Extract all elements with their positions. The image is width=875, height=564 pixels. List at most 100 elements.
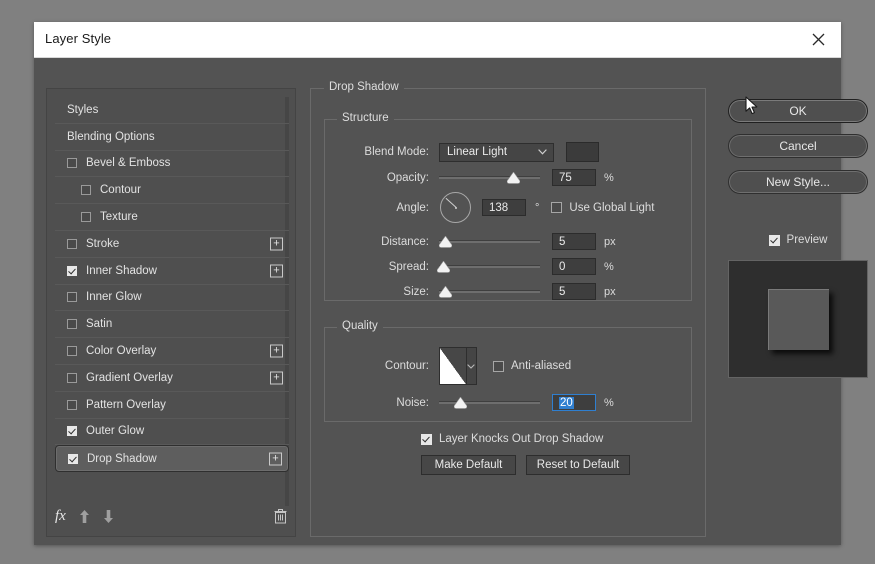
sidebar-item-pattern-overlay[interactable]: Pattern Overlay (55, 392, 289, 419)
slider-knob[interactable] (439, 235, 452, 248)
sidebar-item-outer-glow[interactable]: Outer Glow (55, 419, 289, 446)
layer-style-dialog: Layer Style Styles Blending Options Beve… (34, 22, 868, 545)
sidebar-item-gradient-overlay[interactable]: Gradient Overlay + (55, 365, 289, 392)
contour-dropdown-arrow[interactable] (465, 348, 476, 384)
sidebar-item-drop-shadow[interactable]: Drop Shadow + (55, 445, 289, 473)
trash-icon[interactable] (274, 508, 287, 524)
preview-shape (767, 288, 829, 350)
add-effect-icon[interactable]: + (269, 452, 282, 466)
effect-checkbox[interactable] (67, 158, 77, 169)
spread-label: Spread: (388, 260, 429, 273)
sidebar-item-label: Satin (86, 318, 113, 331)
slider-knob[interactable] (507, 171, 520, 184)
spread-value: 0 (559, 260, 566, 273)
knockout-row: Layer Knocks Out Drop Shadow (421, 433, 603, 445)
slider-knob[interactable] (437, 260, 450, 273)
size-input[interactable]: 5 (552, 283, 596, 300)
sidebar-item-inner-shadow[interactable]: Inner Shadow + (55, 258, 289, 285)
angle-input[interactable]: 138 (482, 199, 526, 216)
effect-checkbox[interactable] (67, 292, 77, 303)
effect-checkbox[interactable] (81, 212, 91, 223)
style-preview-thumbnail (728, 260, 868, 378)
noise-unit: % (604, 396, 614, 409)
opacity-slider[interactable] (439, 171, 540, 185)
effect-checkbox[interactable] (67, 372, 77, 383)
spread-slider[interactable] (437, 260, 540, 274)
opacity-unit: % (604, 171, 614, 184)
distance-unit: px (604, 235, 616, 248)
sidebar-item-texture[interactable]: Texture (55, 204, 289, 231)
blend-mode-row: Blend Mode: Linear Light (341, 142, 681, 162)
arrow-up-icon[interactable] (79, 509, 90, 523)
contour-curve-preview (440, 348, 466, 384)
effect-checkbox[interactable] (67, 265, 77, 276)
sidebar-item-label: Color Overlay (86, 345, 157, 358)
spread-input[interactable]: 0 (552, 258, 596, 275)
effect-checkbox[interactable] (81, 185, 91, 196)
sidebar-item-inner-glow[interactable]: Inner Glow (55, 285, 289, 312)
sidebar-item-label: Drop Shadow (87, 452, 157, 465)
noise-slider[interactable] (439, 396, 540, 410)
sidebar-item-contour[interactable]: Contour (55, 177, 289, 205)
layer-knocks-out-checkbox[interactable] (421, 433, 432, 445)
anti-aliased-label: Anti-aliased (511, 360, 572, 372)
opacity-row: Opacity: 75 % (341, 169, 681, 186)
sidebar-item-styles[interactable]: Styles (55, 97, 289, 124)
preview-label: Preview (786, 234, 828, 246)
add-effect-icon[interactable]: + (270, 237, 283, 251)
effect-checkbox[interactable] (67, 399, 77, 410)
slider-knob[interactable] (439, 285, 452, 298)
size-slider[interactable] (439, 285, 540, 299)
angle-unit: ° (535, 201, 540, 214)
sidebar-item-bevel-emboss[interactable]: Bevel & Emboss (55, 151, 289, 178)
preview-checkbox[interactable] (768, 234, 780, 246)
spread-unit: % (604, 260, 614, 273)
opacity-input[interactable]: 75 (552, 169, 596, 186)
size-value: 5 (559, 285, 566, 298)
size-label: Size: (403, 285, 429, 298)
angle-dial[interactable] (440, 192, 471, 223)
noise-row: Noise: 20 % (341, 394, 681, 411)
sidebar-item-satin[interactable]: Satin (55, 311, 289, 339)
distance-input[interactable]: 5 (552, 233, 596, 250)
add-effect-icon[interactable]: + (270, 264, 283, 278)
arrow-down-icon[interactable] (103, 509, 114, 523)
effect-checkbox[interactable] (67, 346, 77, 357)
make-default-button[interactable]: Make Default (421, 455, 516, 475)
styles-list-toolbar: fx (55, 504, 287, 528)
close-icon[interactable] (795, 22, 841, 57)
add-effect-icon[interactable]: + (270, 344, 283, 358)
effect-checkbox[interactable] (67, 319, 77, 330)
sidebar-item-label: Styles (67, 103, 99, 116)
shadow-color-swatch[interactable] (566, 142, 599, 162)
fx-icon[interactable]: fx (55, 508, 66, 525)
ok-button[interactable]: OK (728, 99, 868, 123)
effect-checkbox[interactable] (67, 426, 77, 437)
angle-dial-center (454, 206, 457, 209)
cancel-button[interactable]: Cancel (728, 134, 868, 158)
sidebar-item-stroke[interactable]: Stroke + (55, 231, 289, 258)
new-style-button[interactable]: New Style... (728, 170, 868, 194)
sidebar-item-blending-options[interactable]: Blending Options (55, 124, 289, 151)
sidebar-item-color-overlay[interactable]: Color Overlay + (55, 338, 289, 365)
noise-input[interactable]: 20 (552, 394, 596, 411)
add-effect-icon[interactable]: + (270, 371, 283, 385)
size-row: Size: 5 px (341, 283, 681, 300)
effect-checkbox[interactable] (67, 238, 77, 249)
use-global-light-checkbox[interactable] (551, 202, 563, 213)
anti-aliased-checkbox[interactable] (493, 360, 504, 372)
sidebar-item-label: Blending Options (67, 130, 155, 143)
dialog-actions-panel: OK Cancel New Style... Preview (720, 88, 868, 537)
contour-label: Contour: (384, 360, 429, 372)
effect-checkbox[interactable] (68, 453, 78, 464)
blend-mode-select[interactable]: Linear Light (439, 142, 554, 162)
distance-slider[interactable] (439, 235, 540, 249)
window-title: Layer Style (45, 31, 112, 46)
contour-preset-icon[interactable] (439, 347, 477, 385)
sidebar-item-label: Inner Glow (86, 291, 142, 304)
reset-to-default-button[interactable]: Reset to Default (526, 455, 630, 475)
drop-shadow-panel: Drop Shadow Structure Blend Mode: Linear… (310, 81, 706, 537)
slider-knob[interactable] (454, 396, 467, 409)
sidebar-item-label: Texture (100, 211, 138, 224)
blend-mode-value: Linear Light (447, 146, 508, 158)
